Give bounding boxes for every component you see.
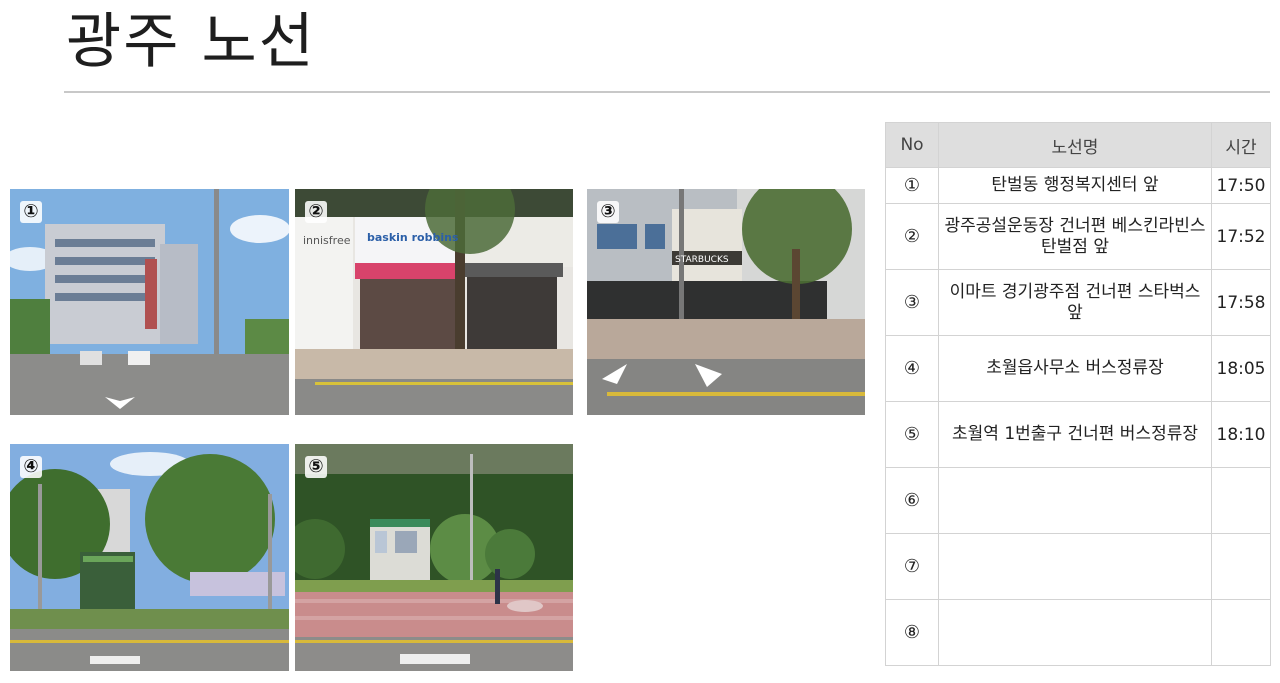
- stop-photo-badge: ⑤: [305, 456, 327, 478]
- table-row: ⑥: [885, 467, 1271, 534]
- column-header-no: No: [885, 122, 939, 168]
- table-row: ① 탄벌동 행정복지센터 앞 17:50: [885, 167, 1271, 204]
- stop-photo-4: ④: [10, 444, 289, 671]
- svg-text:innisfree: innisfree: [303, 234, 351, 247]
- stop-photo-1: ①: [10, 189, 289, 415]
- stop-photo-3: STARBUCKS ③: [587, 189, 865, 415]
- route-name: [938, 533, 1212, 600]
- route-time: 18:05: [1211, 335, 1271, 402]
- route-table: No 노선명 시간 ① 탄벌동 행정복지센터 앞 17:50 ② 광주공설운동장…: [885, 122, 1271, 666]
- route-name: [938, 467, 1212, 534]
- route-time: [1211, 533, 1271, 600]
- route-name: 탄벌동 행정복지센터 앞: [938, 167, 1212, 204]
- row-number: ③: [885, 269, 939, 336]
- route-time: [1211, 599, 1271, 666]
- stop-photo-5: ⑤: [295, 444, 573, 671]
- route-time: 18:10: [1211, 401, 1271, 468]
- column-header-time: 시간: [1211, 122, 1271, 168]
- svg-text:baskin robbins: baskin robbins: [367, 231, 459, 244]
- table-row: ④ 초월읍사무소 버스정류장 18:05: [885, 335, 1271, 402]
- table-row: ⑧: [885, 599, 1271, 666]
- table-row: ③ 이마트 경기광주점 건너편 스타벅스 앞 17:58: [885, 269, 1271, 336]
- row-number: ⑧: [885, 599, 939, 666]
- row-number: ⑤: [885, 401, 939, 468]
- route-name: 초월역 1번출구 건너편 버스정류장: [938, 401, 1212, 468]
- route-name: 광주공설운동장 건너편 베스킨라빈스 탄벌점 앞: [938, 203, 1212, 270]
- row-number: ④: [885, 335, 939, 402]
- svg-text:STARBUCKS: STARBUCKS: [675, 255, 729, 265]
- route-name: [938, 599, 1212, 666]
- row-number: ②: [885, 203, 939, 270]
- row-number: ①: [885, 167, 939, 204]
- table-header-row: No 노선명 시간: [885, 122, 1271, 168]
- route-name: 이마트 경기광주점 건너편 스타벅스 앞: [938, 269, 1212, 336]
- title-divider: [64, 91, 1270, 93]
- stop-photo-2: innisfree baskin robbins ②: [295, 189, 573, 415]
- route-time: 17:58: [1211, 269, 1271, 336]
- stop-photo-badge: ①: [20, 201, 42, 223]
- route-time: 17:52: [1211, 203, 1271, 270]
- row-number: ⑥: [885, 467, 939, 534]
- table-row: ⑦: [885, 533, 1271, 600]
- column-header-name: 노선명: [938, 122, 1212, 168]
- stop-photo-badge: ③: [597, 201, 619, 223]
- stop-photo-badge: ④: [20, 456, 42, 478]
- table-row: ⑤ 초월역 1번출구 건너편 버스정류장 18:10: [885, 401, 1271, 468]
- route-name: 초월읍사무소 버스정류장: [938, 335, 1212, 402]
- stop-photo-badge: ②: [305, 201, 327, 223]
- table-row: ② 광주공설운동장 건너편 베스킨라빈스 탄벌점 앞 17:52: [885, 203, 1271, 270]
- page-title: 광주 노선: [66, 7, 316, 77]
- route-time: [1211, 467, 1271, 534]
- row-number: ⑦: [885, 533, 939, 600]
- route-time: 17:50: [1211, 167, 1271, 204]
